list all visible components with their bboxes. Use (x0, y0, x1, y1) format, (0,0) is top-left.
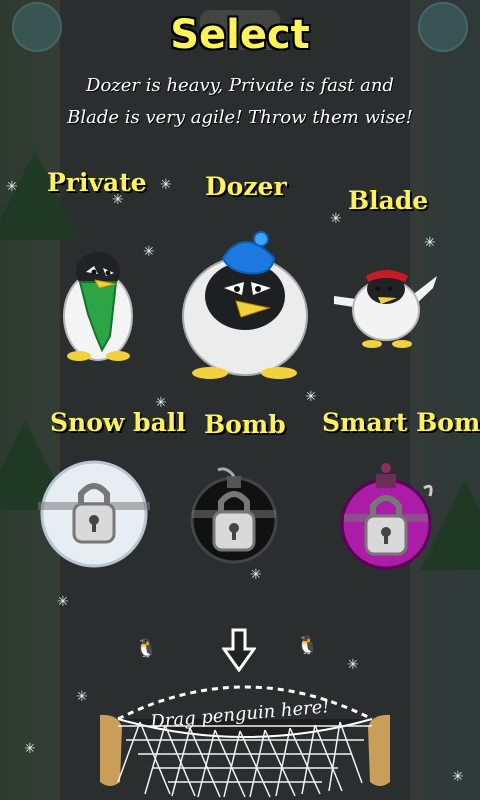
screen-subtitle: Dozer is heavy, Private is fast and Blad… (20, 70, 460, 134)
subtitle-line-1: Dozer is heavy, Private is fast and (86, 75, 394, 96)
snowball-locked[interactable] (38, 458, 150, 570)
snowball-label: Snow ball (50, 408, 186, 437)
blade-penguin[interactable] (330, 258, 440, 353)
snowflake-icon: ✳ (155, 395, 167, 411)
snowflake-icon: ✳ (250, 567, 262, 583)
snowflake-icon: ✳ (452, 769, 464, 785)
snowflake-icon: ✳ (160, 177, 172, 193)
snowflake-icon: ✳ (143, 244, 155, 260)
snowflake-icon: ✳ (305, 389, 317, 405)
snowflake-icon: ✳ (76, 689, 88, 705)
subtitle-line-2: Blade is very agile! Throw them wise! (67, 107, 413, 128)
small-penguin-icon: 🐧 (135, 638, 158, 659)
private-penguin[interactable] (52, 238, 144, 366)
snowflake-icon: ✳ (57, 594, 69, 610)
smart-bomb-label: Smart Bomb (322, 408, 480, 437)
snowflake-icon: ✳ (330, 211, 342, 227)
snowflake-icon: ✳ (6, 179, 18, 195)
small-penguin-icon: 🐧 (296, 635, 319, 656)
launch-net[interactable] (100, 670, 390, 800)
dozer-penguin[interactable] (178, 228, 312, 383)
bomb-locked[interactable] (184, 458, 284, 570)
down-arrow-icon (222, 628, 256, 672)
private-label: Private (47, 168, 147, 197)
smart-bomb-locked[interactable] (336, 458, 440, 574)
blade-label: Blade (348, 186, 429, 215)
dozer-label: Dozer (205, 172, 287, 201)
bomb-label: Bomb (204, 410, 286, 439)
snowflake-icon: ✳ (112, 192, 124, 208)
screen-title: Select (170, 12, 310, 58)
game-scene: Select Dozer is heavy, Private is fast a… (0, 0, 480, 800)
snowflake-icon: ✳ (424, 235, 436, 251)
snowflake-icon: ✳ (24, 741, 36, 757)
